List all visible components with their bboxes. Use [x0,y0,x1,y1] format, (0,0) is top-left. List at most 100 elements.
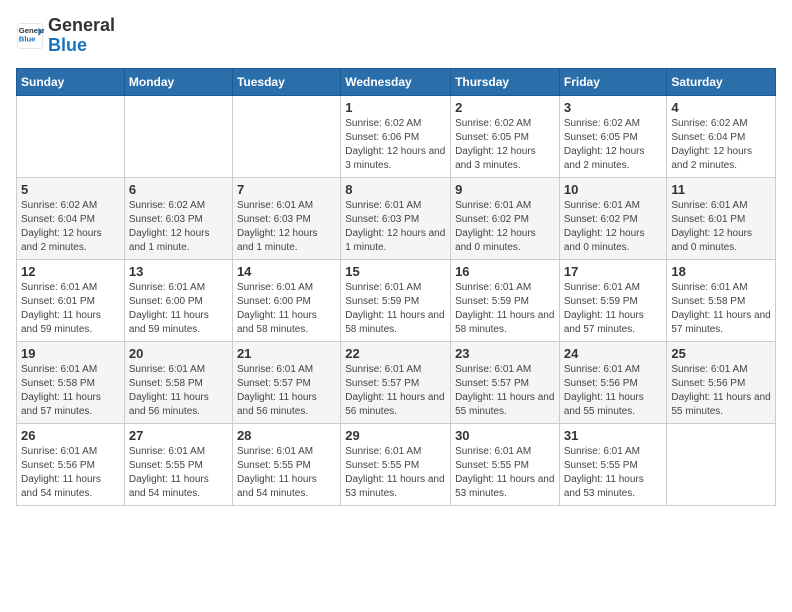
day-number: 31 [564,428,663,443]
logo-icon: General Blue [16,22,44,50]
day-number: 14 [237,264,336,279]
day-info: Sunrise: 6:01 AMSunset: 6:02 PMDaylight:… [564,199,663,255]
day-number: 12 [21,264,120,279]
day-info: Sunrise: 6:01 AMSunset: 5:58 PMDaylight:… [21,363,120,419]
day-number: 25 [671,346,771,361]
calendar-cell: 15 Sunrise: 6:01 AMSunset: 5:59 PMDayligh… [341,259,451,341]
calendar-cell [232,95,340,177]
calendar-week-row: 12 Sunrise: 6:01 AMSunset: 6:01 PMDayligh… [17,259,776,341]
weekday-header: Saturday [667,68,776,95]
calendar-week-row: 1 Sunrise: 6:02 AMSunset: 6:06 PMDaylight… [17,95,776,177]
day-number: 3 [564,100,663,115]
day-number: 10 [564,182,663,197]
day-info: Sunrise: 6:02 AMSunset: 6:04 PMDaylight:… [671,117,771,173]
day-info: Sunrise: 6:01 AMSunset: 5:55 PMDaylight:… [345,445,446,501]
calendar-cell: 8 Sunrise: 6:01 AMSunset: 6:03 PMDaylight… [341,177,451,259]
day-info: Sunrise: 6:01 AMSunset: 5:58 PMDaylight:… [671,281,771,337]
day-number: 30 [455,428,555,443]
day-number: 16 [455,264,555,279]
calendar-cell: 17 Sunrise: 6:01 AMSunset: 5:59 PMDayligh… [559,259,667,341]
calendar-header: SundayMondayTuesdayWednesdayThursdayFrid… [17,68,776,95]
day-info: Sunrise: 6:01 AMSunset: 6:02 PMDaylight:… [455,199,555,255]
calendar-cell [17,95,125,177]
day-info: Sunrise: 6:01 AMSunset: 6:01 PMDaylight:… [21,281,120,337]
calendar-cell: 31 Sunrise: 6:01 AMSunset: 5:55 PMDayligh… [559,423,667,505]
calendar-cell: 14 Sunrise: 6:01 AMSunset: 6:00 PMDayligh… [232,259,340,341]
day-info: Sunrise: 6:01 AMSunset: 5:58 PMDaylight:… [129,363,228,419]
day-info: Sunrise: 6:02 AMSunset: 6:03 PMDaylight:… [129,199,228,255]
day-info: Sunrise: 6:01 AMSunset: 5:57 PMDaylight:… [237,363,336,419]
day-info: Sunrise: 6:01 AMSunset: 5:59 PMDaylight:… [564,281,663,337]
calendar-cell: 29 Sunrise: 6:01 AMSunset: 5:55 PMDayligh… [341,423,451,505]
calendar-cell: 12 Sunrise: 6:01 AMSunset: 6:01 PMDayligh… [17,259,125,341]
day-info: Sunrise: 6:01 AMSunset: 5:56 PMDaylight:… [564,363,663,419]
day-number: 23 [455,346,555,361]
day-number: 5 [21,182,120,197]
day-info: Sunrise: 6:01 AMSunset: 5:57 PMDaylight:… [455,363,555,419]
calendar-cell: 25 Sunrise: 6:01 AMSunset: 5:56 PMDayligh… [667,341,776,423]
day-number: 6 [129,182,228,197]
day-info: Sunrise: 6:02 AMSunset: 6:05 PMDaylight:… [564,117,663,173]
day-number: 19 [21,346,120,361]
day-number: 7 [237,182,336,197]
day-number: 2 [455,100,555,115]
calendar-week-row: 19 Sunrise: 6:01 AMSunset: 5:58 PMDayligh… [17,341,776,423]
day-info: Sunrise: 6:01 AMSunset: 5:59 PMDaylight:… [345,281,446,337]
day-info: Sunrise: 6:02 AMSunset: 6:06 PMDaylight:… [345,117,446,173]
day-number: 4 [671,100,771,115]
day-info: Sunrise: 6:01 AMSunset: 6:00 PMDaylight:… [129,281,228,337]
weekday-header: Wednesday [341,68,451,95]
day-info: Sunrise: 6:01 AMSunset: 5:57 PMDaylight:… [345,363,446,419]
day-number: 29 [345,428,446,443]
calendar-cell: 22 Sunrise: 6:01 AMSunset: 5:57 PMDayligh… [341,341,451,423]
weekday-header: Sunday [17,68,125,95]
calendar-cell: 20 Sunrise: 6:01 AMSunset: 5:58 PMDayligh… [124,341,232,423]
logo-text: General Blue [48,16,115,56]
day-info: Sunrise: 6:01 AMSunset: 6:00 PMDaylight:… [237,281,336,337]
day-info: Sunrise: 6:01 AMSunset: 5:55 PMDaylight:… [455,445,555,501]
day-info: Sunrise: 6:01 AMSunset: 5:55 PMDaylight:… [129,445,228,501]
page-header: General Blue General Blue [16,16,776,56]
calendar-cell: 18 Sunrise: 6:01 AMSunset: 5:58 PMDayligh… [667,259,776,341]
calendar-cell: 2 Sunrise: 6:02 AMSunset: 6:05 PMDaylight… [451,95,560,177]
day-number: 8 [345,182,446,197]
calendar-cell: 27Sunrise: 6:01 AMSunset: 5:55 PMDayligh… [124,423,232,505]
calendar-cell: 16 Sunrise: 6:01 AMSunset: 5:59 PMDayligh… [451,259,560,341]
calendar-cell: 10 Sunrise: 6:01 AMSunset: 6:02 PMDayligh… [559,177,667,259]
day-info: Sunrise: 6:01 AMSunset: 6:01 PMDaylight:… [671,199,771,255]
calendar-cell: 24 Sunrise: 6:01 AMSunset: 5:56 PMDayligh… [559,341,667,423]
calendar-cell: 19 Sunrise: 6:01 AMSunset: 5:58 PMDayligh… [17,341,125,423]
day-number: 9 [455,182,555,197]
day-number: 24 [564,346,663,361]
day-info: Sunrise: 6:01 AMSunset: 5:56 PMDaylight:… [671,363,771,419]
calendar-cell: 28Sunrise: 6:01 AMSunset: 5:55 PMDayligh… [232,423,340,505]
day-number: 17 [564,264,663,279]
weekday-header: Tuesday [232,68,340,95]
day-info: Sunrise: 6:01 AMSunset: 5:55 PMDaylight:… [564,445,663,501]
day-number: 15 [345,264,446,279]
day-number: 21 [237,346,336,361]
day-info: Sunrise: 6:01 AMSunset: 6:03 PMDaylight:… [345,199,446,255]
calendar-cell: 9 Sunrise: 6:01 AMSunset: 6:02 PMDaylight… [451,177,560,259]
calendar-cell [667,423,776,505]
day-info: Sunrise: 6:01 AMSunset: 5:59 PMDaylight:… [455,281,555,337]
calendar-cell: 3 Sunrise: 6:02 AMSunset: 6:05 PMDaylight… [559,95,667,177]
day-number: 13 [129,264,228,279]
day-info: Sunrise: 6:02 AMSunset: 6:05 PMDaylight:… [455,117,555,173]
calendar-cell: 4 Sunrise: 6:02 AMSunset: 6:04 PMDaylight… [667,95,776,177]
weekday-header: Monday [124,68,232,95]
calendar-cell: 23 Sunrise: 6:01 AMSunset: 5:57 PMDayligh… [451,341,560,423]
calendar-cell: 1 Sunrise: 6:02 AMSunset: 6:06 PMDaylight… [341,95,451,177]
calendar-week-row: 5Sunrise: 6:02 AMSunset: 6:04 PMDaylight… [17,177,776,259]
day-number: 20 [129,346,228,361]
day-info: Sunrise: 6:01 AMSunset: 6:03 PMDaylight:… [237,199,336,255]
day-number: 1 [345,100,446,115]
svg-text:Blue: Blue [19,34,36,43]
logo: General Blue General Blue [16,16,115,56]
weekday-header: Thursday [451,68,560,95]
calendar-cell: 26Sunrise: 6:01 AMSunset: 5:56 PMDayligh… [17,423,125,505]
day-number: 11 [671,182,771,197]
calendar-week-row: 26Sunrise: 6:01 AMSunset: 5:56 PMDayligh… [17,423,776,505]
day-number: 22 [345,346,446,361]
day-number: 18 [671,264,771,279]
